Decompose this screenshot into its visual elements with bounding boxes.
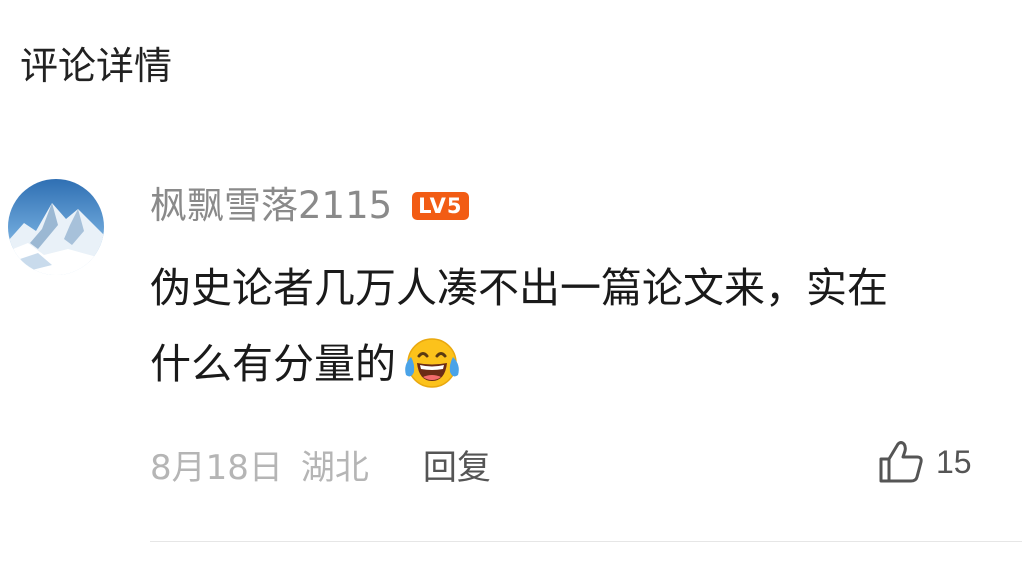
comment-date: 8月18日 [150,447,283,488]
comment-meta: 8月18日 湖北 回复 [150,440,491,488]
page-title: 评论详情 [20,44,173,88]
comment-line: 伪史论者几万人凑不出一篇论文来，实在 [150,264,888,312]
comment-header: 枫飘雪落2115 LV5 [150,180,469,232]
username[interactable]: 枫飘雪落2115 [150,180,392,232]
reply-button[interactable]: 回复 [423,440,491,489]
like-button[interactable]: 15 [878,436,972,488]
laughing-tears-emoji-icon [405,338,459,388]
comment-location: 湖北 [300,447,369,488]
thumbs-up-icon [879,441,923,483]
avatar[interactable] [8,179,104,275]
comment-text: 伪史论者几万人凑不出一篇论文来，实在 什么有分量的 [150,250,1022,402]
like-count: 15 [936,443,972,480]
snow-mountain-avatar-icon [8,179,104,275]
divider [150,541,1022,542]
level-badge: LV5 [412,192,469,220]
comment-line: 什么有分量的 [150,326,1022,402]
comment-line-text: 什么有分量的 [150,340,396,388]
